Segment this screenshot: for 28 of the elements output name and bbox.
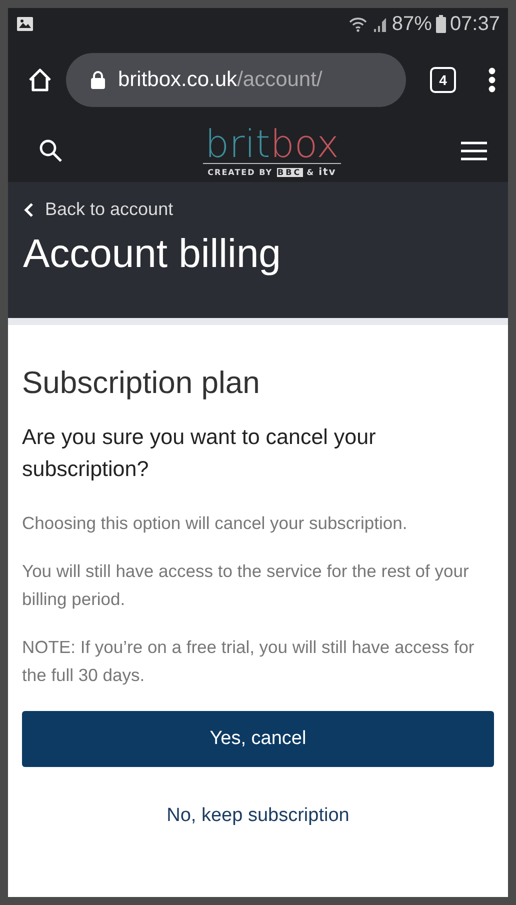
wifi-icon xyxy=(348,16,368,32)
battery-percentage: 87% xyxy=(392,12,432,36)
more-menu-icon[interactable] xyxy=(488,67,496,93)
info-text: NOTE: If you’re on a free trial, you will still have access for the full 30 days. xyxy=(22,636,476,687)
menu-icon[interactable] xyxy=(460,140,488,162)
confirm-cancel-button[interactable]: Yes, cancel xyxy=(22,711,494,767)
search-icon[interactable] xyxy=(38,138,64,164)
ampersand: & xyxy=(306,168,315,176)
address-bar[interactable]: britbox.co.uk/account/ xyxy=(66,53,406,107)
itv-logo: itv xyxy=(318,166,336,178)
logo-tagline: CREATED BY xyxy=(208,168,273,176)
info-text: You will still have access to the service for the rest of your billing period. xyxy=(22,560,470,611)
keep-subscription-link[interactable]: No, keep subscription xyxy=(166,805,350,826)
page-title: Account billing xyxy=(23,232,282,277)
battery-icon xyxy=(436,15,446,33)
back-link[interactable]: Back to account xyxy=(23,199,174,220)
chevron-left-icon xyxy=(23,202,35,218)
lock-icon xyxy=(90,70,106,90)
tab-count-button[interactable]: 4 xyxy=(430,67,456,93)
bbc-logo: BBC xyxy=(276,168,303,176)
url-text: britbox.co.uk/account/ xyxy=(118,68,322,92)
logo-text: britbox xyxy=(205,122,339,166)
signal-icon xyxy=(372,16,388,32)
clock: 07:37 xyxy=(450,12,500,36)
section-heading: Subscription plan xyxy=(22,365,261,401)
image-icon xyxy=(16,16,34,32)
info-text: Choosing this option will cancel your subscription. xyxy=(22,512,408,535)
confirmation-question: Are you sure you want to cancel your subscription? xyxy=(22,424,377,483)
